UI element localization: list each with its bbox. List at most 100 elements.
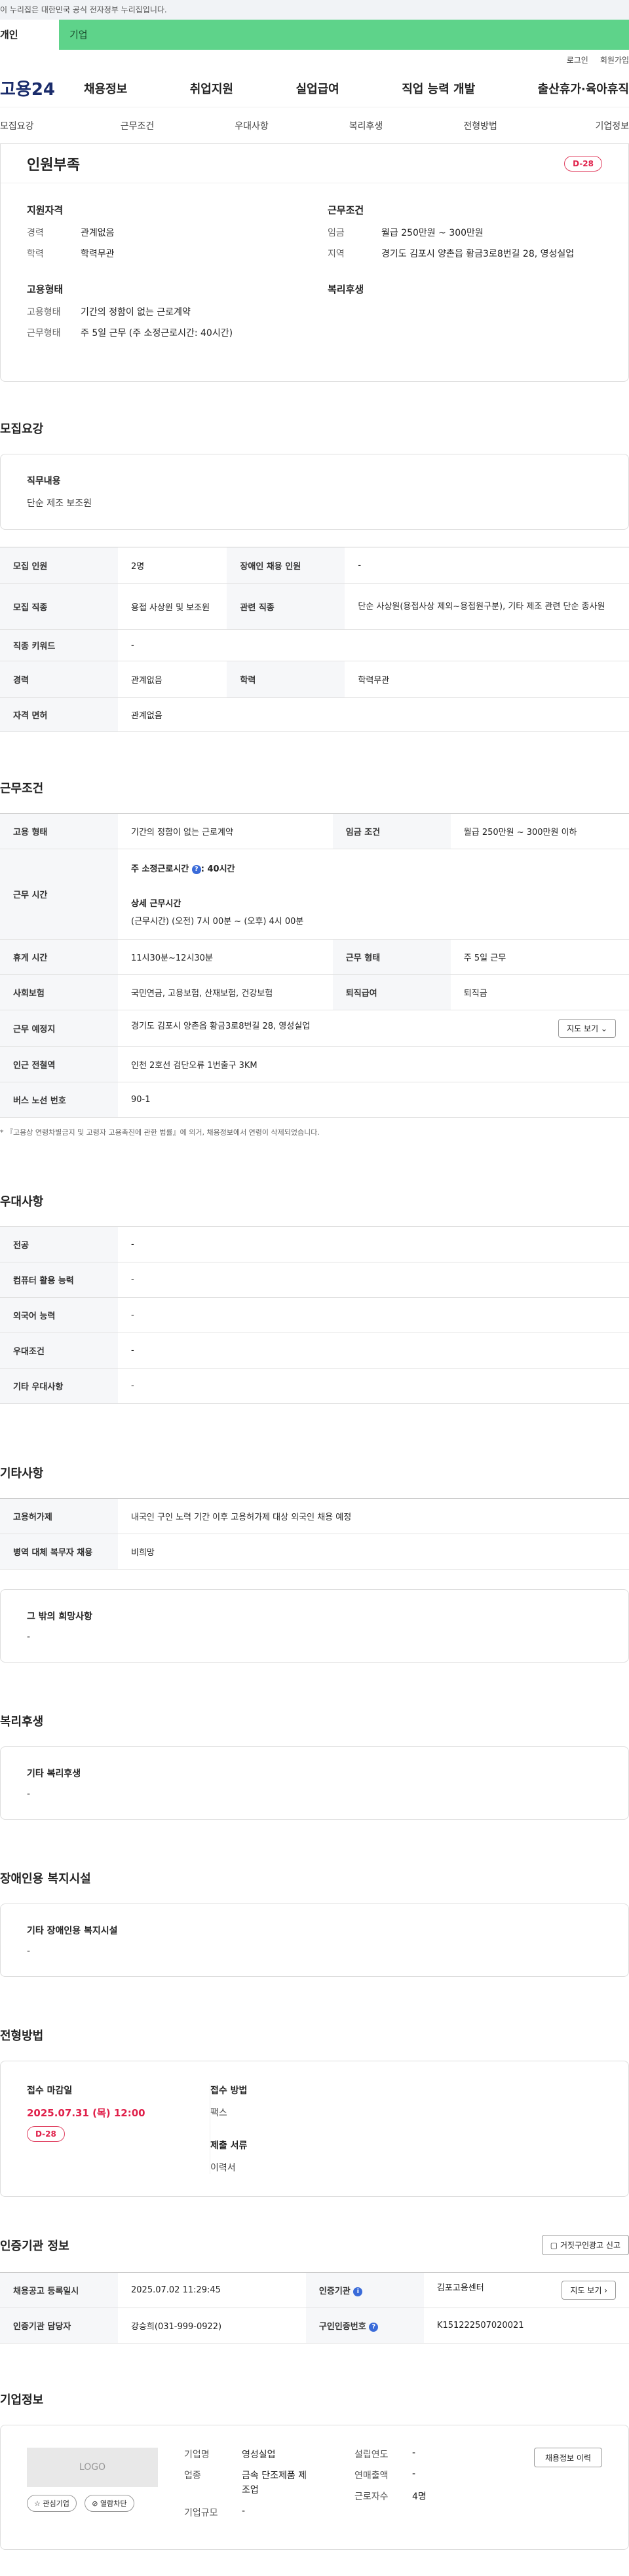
value: - <box>118 1333 629 1369</box>
detail-hours-value: (근무시간) (오전) 7시 00분 ~ (오후) 4시 00분 <box>131 917 304 927</box>
map-view-button[interactable]: 지도 보기 ⌄ <box>558 1019 616 1038</box>
label: 장애인 채용 인원 <box>227 547 345 584</box>
report-fake-ad-button[interactable]: ▢ 거짓구인광고 신고 <box>541 2235 629 2255</box>
table-row: 모집 인원 2명 장애인 채용 인원 - <box>0 547 629 584</box>
subnav-pref[interactable]: 우대사항 <box>195 119 309 132</box>
label: 자격 면허 <box>0 697 118 732</box>
label: 직종 키워드 <box>0 629 118 661</box>
deadline-heading: 접수 마감일 <box>27 2086 73 2096</box>
work-place-cell: 경기도 김포시 양촌읍 황금3로8번길 28, 영성실업 지도 보기 ⌄ <box>118 1010 629 1047</box>
subnav-recruit[interactable]: 모집요강 <box>0 119 80 132</box>
doc-icon: ▢ <box>550 2241 560 2250</box>
table-row: 사회보험 국민연금, 고용보험, 산재보험, 건강보험 퇴직급여 퇴직금 <box>0 974 629 1010</box>
subnav-welfare[interactable]: 복리후생 <box>309 119 423 132</box>
label: 연매출액 <box>354 2471 389 2481</box>
value: 관계없음 <box>118 697 629 732</box>
table-row: 경력 관계없음 학력 학력무관 <box>0 661 629 698</box>
table-row: 근무 예정지 경기도 김포시 양촌읍 황금3로8번길 28, 영성실업 지도 보… <box>0 1010 629 1047</box>
value: 월급 250만원 ~ 300만원 이하 <box>450 813 629 849</box>
label: 기업명 <box>184 2450 210 2460</box>
value: 90-1 <box>118 1082 629 1118</box>
recruit-title: 모집요강 <box>0 422 44 436</box>
disabled-title: 장애인용 복지시설 <box>0 1872 91 1886</box>
value: 기간의 정함이 없는 근로계약 <box>81 307 191 318</box>
method-value: 팩스 <box>210 2108 227 2118</box>
util-menu: 로그인 회원가입 <box>0 50 629 69</box>
info-icon[interactable]: ? <box>369 2322 379 2332</box>
info-icon[interactable]: i <box>353 2287 363 2296</box>
table-row: 인증기관 담당자 강승희(031-999-0922) 구인인증번호 ? K151… <box>0 2308 629 2344</box>
label: 전공 <box>0 1226 118 1262</box>
value: 주 5일 근무 <box>450 939 629 975</box>
value: 학력무관 <box>81 249 115 259</box>
job-history-button[interactable]: 채용정보 이력 <box>533 2448 602 2467</box>
detail-hours-label: 상세 근무시간 <box>131 899 181 909</box>
label: 관련 직종 <box>227 583 345 630</box>
agency-table: 채용공고 등록일시 2025.07.02 11:29:45 인증기관 i 김포고… <box>0 2272 629 2344</box>
gnb-parental-leave[interactable]: 출산휴가·육아휴직 <box>538 80 629 97</box>
value: 경기도 김포시 양촌읍 황금3로8번길 28, 영성실업 <box>131 1021 311 1031</box>
selection-title: 전형방법 <box>0 2029 44 2043</box>
work-hours-cell: 주 소정근로시간 ?: 40시간 상세 근무시간 (근무시간) (오전) 7시 … <box>118 849 629 940</box>
value: 인천 2호선 검단오류 1번출구 3KM <box>118 1046 629 1082</box>
recruit-table: 모집 인원 2명 장애인 채용 인원 - 모집 직종 용접 사상원 및 보조원 … <box>0 547 629 732</box>
block-view-button[interactable]: ⊘ 열람차단 <box>85 2495 134 2512</box>
gnb-job-training[interactable]: 직업 능력 개발 <box>402 80 475 97</box>
table-row: 외국어 능력 - <box>0 1297 629 1333</box>
label: 병역 대체 복무자 채용 <box>0 1534 118 1570</box>
label: 인근 전철역 <box>0 1046 118 1082</box>
subnav-selection[interactable]: 전형방법 <box>423 119 538 132</box>
table-row: 휴게 시간 11시30분~12시30분 근무 형태 주 5일 근무 <box>0 939 629 975</box>
etc-card-value: - <box>27 1632 31 1642</box>
table-row: 직종 키워드 - <box>0 629 629 661</box>
label-text: 구인인증번호 <box>318 2322 366 2332</box>
label: 모집 직종 <box>0 583 118 630</box>
label: 설립연도 <box>354 2450 389 2460</box>
label: 고용형태 <box>27 307 61 318</box>
selection-card: 접수 마감일 2025.07.31 (목) 12:00 D-28 접수 방법 팩… <box>0 2061 629 2197</box>
disabled-card: 기타 장애인용 복지시설 - <box>0 1904 629 1977</box>
subnav-company[interactable]: 기업정보 <box>537 119 629 132</box>
cond-block: 근무조건 임금 월급 250만원 ~ 300만원 지역 경기도 김포시 양촌읍 황금… <box>328 203 602 268</box>
login-link[interactable]: 로그인 <box>567 54 588 65</box>
label: 임금 <box>328 228 345 238</box>
welfare-block: 복리후생 <box>328 282 602 347</box>
label: 경력 <box>0 661 118 698</box>
value: 4명 <box>412 2492 427 2502</box>
bottom-spacer <box>0 2550 629 2576</box>
label: 근무 예정지 <box>0 1010 118 1047</box>
subnav-work[interactable]: 근무조건 <box>80 119 195 132</box>
favorite-company-button[interactable]: ☆ 관심기업 <box>27 2495 77 2512</box>
label: 휴게 시간 <box>0 939 118 975</box>
label: 고용허가제 <box>0 1498 118 1534</box>
table-row: 모집 직종 용접 사상원 및 보조원 관련 직종 단순 사상원(용접사상 제외~… <box>0 583 629 630</box>
gnb-employment-support[interactable]: 취업지원 <box>190 80 233 97</box>
docs-value: 이력서 <box>210 2163 236 2173</box>
method-heading: 접수 방법 <box>210 2086 248 2096</box>
value: 비희망 <box>118 1534 629 1570</box>
agency-map-button[interactable]: 지도 보기 › <box>562 2281 616 2300</box>
label: 임금 조건 <box>332 813 451 849</box>
table-row: 근무 시간 주 소정근로시간 ?: 40시간 상세 근무시간 (근무시간) (오… <box>0 849 629 940</box>
signup-link[interactable]: 회원가입 <box>600 54 629 65</box>
tab-personal[interactable]: 개인 <box>0 20 59 50</box>
table-row: 고용 형태 기간의 정함이 없는 근로계약 임금 조건 월급 250만원 ~ 3… <box>0 813 629 849</box>
hours-value: : 40시간 <box>200 864 235 874</box>
summary-card: 인원부족 D-28 지원자격 경력 관계없음 학력 학력무관 근무조건 임금 월급 2… <box>0 144 629 382</box>
welfare-title: 복리후생 <box>0 1715 44 1729</box>
cond-heading: 근무조건 <box>328 204 364 216</box>
agency-header: 인증기관 정보 ▢ 거짓구인광고 신고 <box>0 2235 629 2255</box>
label: 고용 형태 <box>0 813 118 849</box>
gnb-jobs[interactable]: 채용정보 <box>84 80 127 97</box>
value: 경기도 김포시 양촌읍 황금3로8번길 28, 영성실업 <box>381 249 575 259</box>
value: - <box>242 2505 246 2516</box>
hours-label: 주 소정근로시간 <box>131 864 189 874</box>
duty-value: 단순 제조 보조원 <box>27 498 92 509</box>
tab-company[interactable]: 기업 <box>59 20 629 50</box>
label: 근무 시간 <box>0 849 118 940</box>
site-logo[interactable]: 고용24 <box>0 76 84 100</box>
value: - <box>118 1226 629 1262</box>
info-icon[interactable]: ? <box>191 864 201 874</box>
gnb-unemployment-benefit[interactable]: 실업급여 <box>296 80 339 97</box>
label: 퇴직급여 <box>332 974 451 1010</box>
